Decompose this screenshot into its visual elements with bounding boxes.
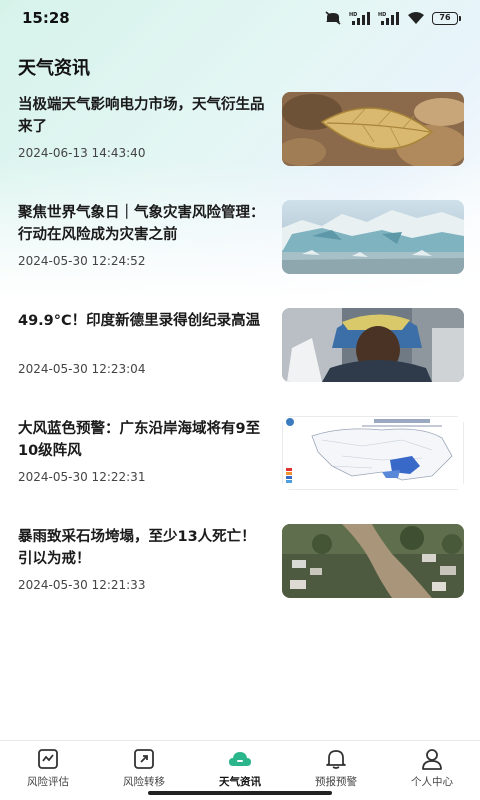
person-icon — [420, 748, 444, 770]
heat-man-photo — [282, 308, 464, 382]
news-title[interactable]: 暴雨致采石场垮塌，至少13人死亡！引以为戒！ — [18, 526, 268, 570]
news-title[interactable]: 大风蓝色预警：广东沿岸海域将有9至10级阵风 — [18, 418, 268, 462]
news-time: 2024-05-30 12:21:33 — [18, 578, 146, 592]
news-item[interactable]: 当极端天气影响电力市场，天气衍生品来了 2024-06-13 14:43:40 — [0, 90, 480, 198]
news-thumbnail[interactable] — [282, 524, 464, 598]
news-time: 2024-05-30 12:23:04 — [18, 362, 146, 376]
svg-text:HD: HD — [349, 12, 357, 18]
glacier-photo — [282, 200, 464, 274]
battery-icon: 76 — [432, 11, 461, 25]
news-list: 当极端天气影响电力市场，天气衍生品来了 2024-06-13 14:43:40 … — [0, 90, 480, 630]
dry-leaf-photo — [282, 92, 464, 166]
assessment-icon — [36, 748, 60, 770]
hd-signal-icon: HD — [378, 11, 400, 25]
hd-signal-icon: HD — [349, 11, 371, 25]
landslide-photo — [282, 524, 464, 598]
bell-icon — [324, 748, 348, 770]
news-item[interactable]: 聚焦世界气象日｜气象灾害风险管理：行动在风险成为灾害之前 2024-05-30 … — [0, 198, 480, 306]
tab-personal-center[interactable]: 个人中心 — [384, 741, 480, 800]
news-time: 2024-05-30 12:24:52 — [18, 254, 146, 268]
news-title[interactable]: 当极端天气影响电力市场，天气衍生品来了 — [18, 94, 268, 138]
transfer-icon — [132, 748, 156, 770]
news-title[interactable]: 49.9°C！印度新德里录得创纪录高温 — [18, 310, 268, 332]
news-title[interactable]: 聚焦世界气象日｜气象灾害风险管理：行动在风险成为灾害之前 — [18, 202, 268, 246]
mute-icon — [324, 11, 342, 25]
svg-text:HD: HD — [378, 12, 386, 18]
news-item[interactable]: 暴雨致采石场垮塌，至少13人死亡！引以为戒！ 2024-05-30 12:21:… — [0, 522, 480, 630]
news-item[interactable]: 大风蓝色预警：广东沿岸海域将有9至10级阵风 2024-05-30 12:22:… — [0, 414, 480, 522]
news-time: 2024-05-30 12:22:31 — [18, 470, 146, 484]
page-title: 天气资讯 — [18, 58, 90, 79]
status-icons: HD HD 76 — [324, 11, 461, 25]
news-thumbnail[interactable] — [282, 308, 464, 382]
wifi-icon — [407, 11, 425, 25]
status-bar: 15:28 HD HD 76 — [0, 0, 480, 36]
home-indicator — [148, 791, 332, 795]
news-time: 2024-06-13 14:43:40 — [18, 146, 146, 160]
tab-label: 天气资讯 — [219, 776, 261, 788]
news-item[interactable]: 49.9°C！印度新德里录得创纪录高温 2024-05-30 12:23:04 — [0, 306, 480, 414]
tab-label: 风险转移 — [123, 776, 165, 788]
tab-label: 个人中心 — [411, 776, 453, 788]
status-time: 15:28 — [22, 9, 70, 27]
wind-warning-map — [282, 416, 464, 490]
tab-label: 预报预警 — [315, 776, 357, 788]
news-thumbnail[interactable] — [282, 416, 464, 490]
news-thumbnail[interactable] — [282, 92, 464, 166]
cloud-icon — [228, 748, 252, 770]
tab-label: 风险评估 — [27, 776, 69, 788]
news-thumbnail[interactable] — [282, 200, 464, 274]
tab-risk-assessment[interactable]: 风险评估 — [0, 741, 96, 800]
